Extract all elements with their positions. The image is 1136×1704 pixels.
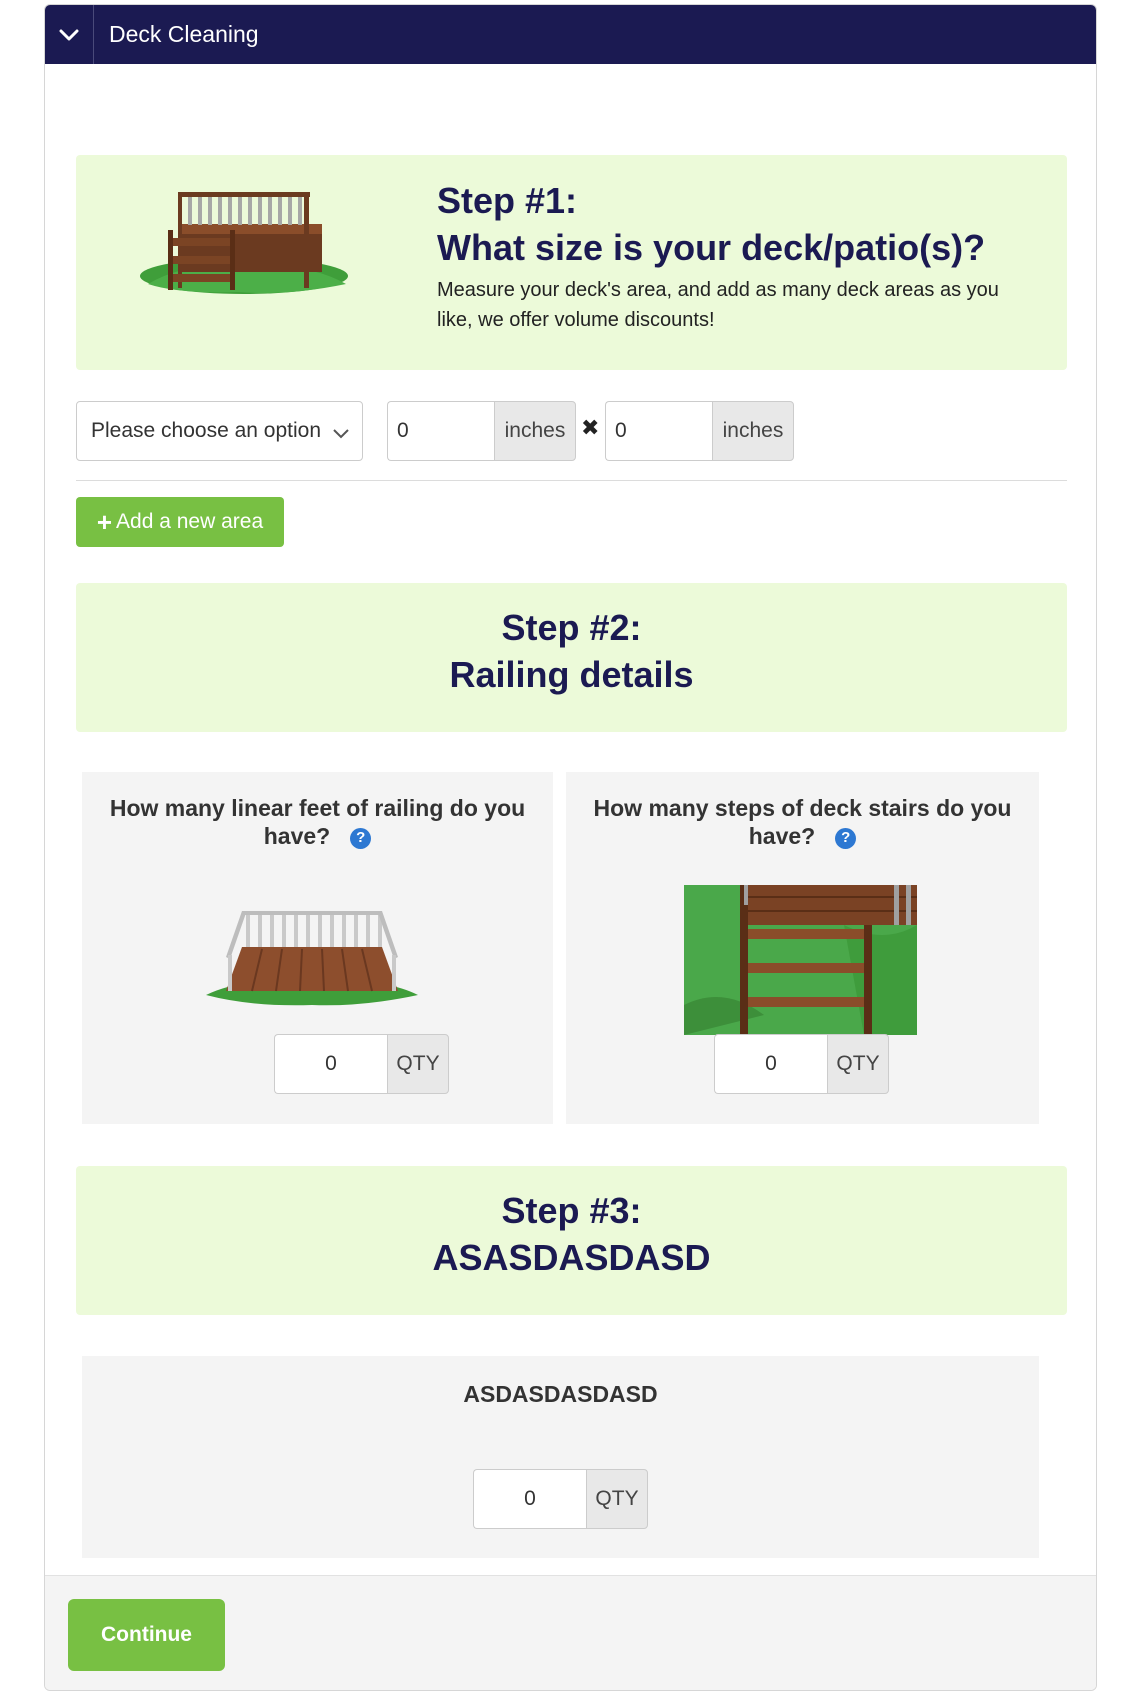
continue-button[interactable]: Continue bbox=[68, 1599, 225, 1671]
stairs-illustration-icon bbox=[684, 885, 917, 1040]
panel-footer: Continue bbox=[45, 1575, 1096, 1690]
chevron-down-icon[interactable] bbox=[45, 5, 94, 64]
step1-banner: Step #1: What size is your deck/patio(s)… bbox=[76, 155, 1067, 370]
length-input[interactable]: 0 bbox=[605, 401, 712, 461]
railing-card: How many linear feet of railing do you h… bbox=[82, 772, 553, 1124]
add-area-button[interactable]: + Add a new area bbox=[76, 497, 284, 547]
railing-question-text: How many linear feet of railing do you h… bbox=[109, 795, 526, 849]
step1-description: Measure your deck's area, and add as man… bbox=[437, 279, 999, 331]
width-unit: inches bbox=[494, 401, 576, 461]
times-icon: ✖ bbox=[581, 415, 600, 440]
railing-qty-group: 0 QTY bbox=[274, 1034, 449, 1094]
step1-label: Step #1: bbox=[437, 180, 578, 221]
step3-item-question: ASDASDASDASD bbox=[463, 1381, 658, 1407]
add-area-label: Add a new area bbox=[116, 510, 264, 533]
stairs-question: How many steps of deck stairs do you hav… bbox=[566, 772, 1039, 850]
step3-qty-group: 0 QTY bbox=[473, 1469, 648, 1529]
chevron-down-icon bbox=[332, 422, 350, 446]
panel-title: Deck Cleaning bbox=[109, 21, 259, 47]
step3-banner: Step #3: ASASDASDASD bbox=[76, 1166, 1067, 1315]
step2-title: Railing details bbox=[449, 654, 694, 695]
railing-illustration-icon bbox=[202, 907, 422, 1012]
help-icon[interactable]: ? bbox=[350, 827, 372, 849]
railing-qty-unit: QTY bbox=[387, 1034, 449, 1094]
help-icon[interactable]: ? bbox=[835, 827, 857, 849]
railing-qty-input[interactable]: 0 bbox=[274, 1034, 387, 1094]
step2-label: Step #2: bbox=[501, 607, 642, 648]
stairs-card: How many steps of deck stairs do you hav… bbox=[566, 772, 1039, 1124]
step1-text: Step #1: What size is your deck/patio(s)… bbox=[437, 177, 1027, 335]
stairs-qty-group: 0 QTY bbox=[714, 1034, 889, 1094]
step2-banner: Step #2: Railing details bbox=[76, 583, 1067, 732]
step3-qty-unit: QTY bbox=[586, 1469, 648, 1529]
row-divider bbox=[76, 480, 1067, 481]
step3-card: ASDASDASDASD 0 QTY bbox=[82, 1356, 1039, 1558]
railing-question: How many linear feet of railing do you h… bbox=[82, 772, 553, 850]
step3-title: ASASDASDASD bbox=[432, 1237, 711, 1278]
step1-title: What size is your deck/patio(s)? bbox=[437, 227, 986, 268]
length-input-group: 0 inches bbox=[605, 401, 794, 461]
stairs-qty-input[interactable]: 0 bbox=[714, 1034, 827, 1094]
area-type-selected: Please choose an option bbox=[91, 419, 322, 442]
area-type-select[interactable]: Please choose an option bbox=[76, 401, 363, 461]
width-input-group: 0 inches bbox=[387, 401, 576, 461]
panel-header[interactable]: Deck Cleaning bbox=[45, 5, 1096, 64]
deck-cleaning-panel: Deck Cleaning Step #1: What size is your… bbox=[44, 4, 1097, 1691]
length-unit: inches bbox=[712, 401, 794, 461]
area-row: Please choose an option 0 inches ✖ 0 inc… bbox=[76, 401, 1067, 461]
step3-qty-input[interactable]: 0 bbox=[473, 1469, 586, 1529]
plus-icon: + bbox=[96, 506, 113, 537]
width-input[interactable]: 0 bbox=[387, 401, 494, 461]
step3-label: Step #3: bbox=[501, 1190, 642, 1231]
deck-illustration-icon bbox=[138, 188, 350, 305]
stairs-qty-unit: QTY bbox=[827, 1034, 889, 1094]
stairs-question-text: How many steps of deck stairs do you hav… bbox=[593, 795, 1012, 849]
